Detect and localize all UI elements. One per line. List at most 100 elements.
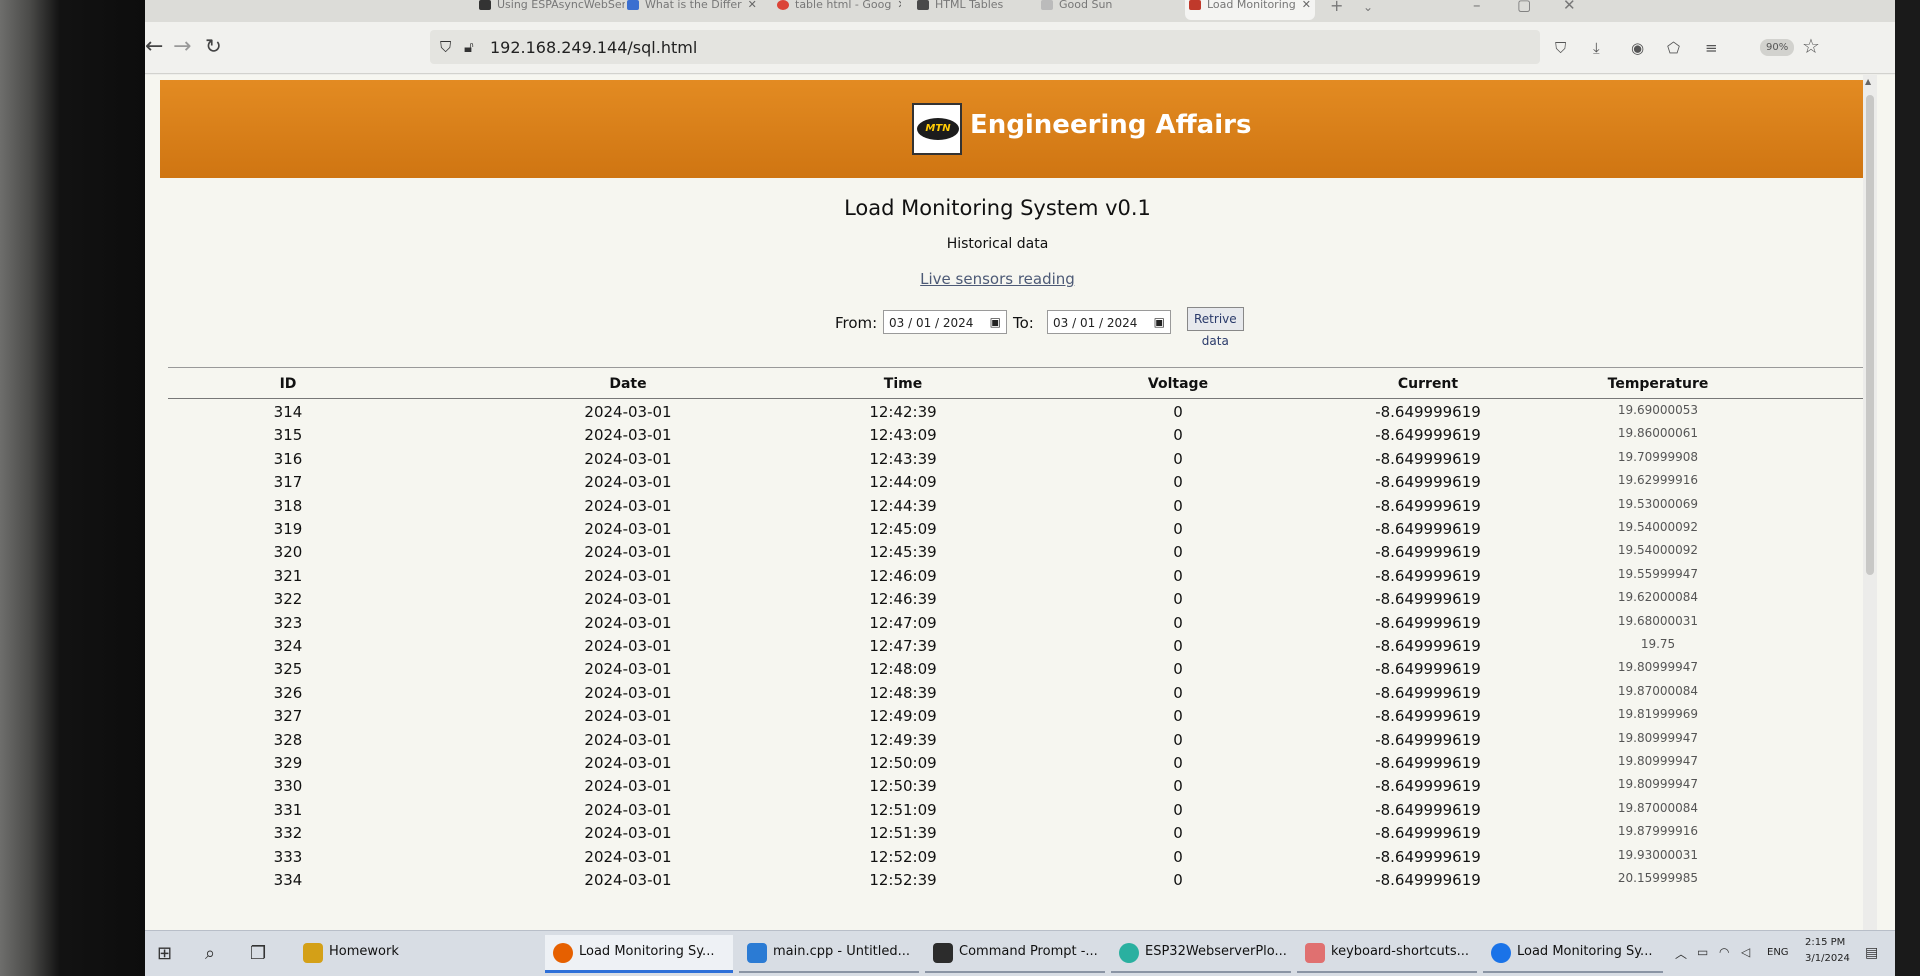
calendar-icon[interactable]: ▣ — [990, 315, 1001, 329]
taskbar-item-vscode[interactable]: main.cpp - Untitled... — [739, 935, 919, 973]
search-icon[interactable]: ⌕ — [205, 943, 215, 964]
tray-time[interactable]: 2:15 PM — [1805, 937, 1845, 948]
pocket-icon[interactable]: ⛉ — [1555, 39, 1566, 57]
account-icon[interactable]: ◉ — [1631, 39, 1644, 57]
cell-current: -8.649999619 — [1375, 473, 1481, 492]
taskbar-item-esp32-webserver[interactable]: ESP32WebserverPlo... — [1111, 935, 1291, 973]
scrollbar-thumb[interactable] — [1866, 95, 1874, 575]
taskbar-item-keyboard-shortcuts[interactable]: keyboard-shortcuts... — [1297, 935, 1477, 973]
cell-date: 2024-03-01 — [584, 637, 672, 655]
table-row: 331 2024-03-01 12:51:09 0 -8.649999619 19.870… — [168, 799, 1863, 823]
cell-current: -8.649999619 — [1375, 449, 1481, 468]
cell-voltage: 0 — [1173, 613, 1183, 632]
extensions-icon[interactable]: ⬠ — [1667, 39, 1680, 57]
cell-current: -8.649999619 — [1375, 426, 1481, 445]
taskbar-item-homework[interactable]: Homework — [295, 935, 445, 973]
taskbar-item-firefox[interactable]: Load Monitoring Sy... — [545, 935, 733, 973]
tab-html-tables[interactable]: HTML Tables — [913, 0, 1023, 20]
cell-time: 12:47:39 — [869, 637, 937, 655]
table-row: 329 2024-03-01 12:50:09 0 -8.649999619 19.809… — [168, 752, 1863, 776]
cell-date: 2024-03-01 — [584, 426, 672, 445]
screen: Using ESPAsyncWebServer✕ What is the Dif… — [145, 0, 1895, 976]
cell-current: -8.649999619 — [1375, 543, 1481, 562]
taskbar-item-edge[interactable]: Load Monitoring Sy... — [1483, 935, 1663, 973]
task-view-icon[interactable]: ❐ — [250, 943, 266, 964]
tray-date[interactable]: 3/1/2024 — [1805, 953, 1850, 964]
table-row: 317 2024-03-01 12:44:09 0 -8.649999619 19.629… — [168, 471, 1863, 495]
cell-current: -8.649999619 — [1375, 824, 1481, 843]
reload-icon[interactable]: ↻ — [205, 34, 222, 58]
tab-list-chevron-icon[interactable]: ⌄ — [1363, 0, 1373, 14]
live-sensors-link[interactable]: Live sensors reading — [145, 270, 1850, 288]
mtn-logo: MTN — [912, 103, 962, 155]
menu-icon[interactable]: ≡ — [1705, 39, 1718, 57]
cell-id: 332 — [273, 824, 303, 843]
back-icon[interactable]: ← — [145, 34, 163, 59]
cell-voltage: 0 — [1173, 637, 1183, 655]
cell-id: 327 — [273, 707, 303, 726]
cell-id: 334 — [273, 871, 303, 889]
bookmark-star-icon[interactable]: ☆ — [1802, 34, 1820, 58]
scroll-up-icon[interactable]: ▲ — [1865, 77, 1871, 86]
cell-time: 12:49:39 — [869, 730, 937, 749]
firefox-icon — [553, 943, 573, 963]
to-date-input[interactable]: 03 / 01 / 2024 ▣ — [1047, 310, 1171, 334]
url-bar[interactable]: ⛉ 🔓︎ 192.168.249.144/sql.html 90% ☆ — [430, 30, 1820, 64]
to-date-value[interactable]: 03 / 01 / 2024 — [1053, 316, 1137, 330]
header-voltage: Voltage — [1147, 376, 1209, 392]
page-scrollbar[interactable]: ▲ — [1863, 75, 1877, 930]
windows-start-icon[interactable]: ⊞ — [157, 943, 172, 964]
cell-voltage: 0 — [1173, 543, 1183, 562]
notifications-icon[interactable]: ▤ — [1865, 945, 1878, 961]
shield-icon[interactable]: ⛉ — [440, 38, 451, 56]
wifi-icon[interactable]: ◠ — [1719, 945, 1729, 959]
language-indicator[interactable]: ENG — [1767, 947, 1789, 958]
cell-id: 323 — [273, 613, 303, 632]
cell-date: 2024-03-01 — [584, 871, 672, 889]
url-text[interactable]: 192.168.249.144/sql.html — [490, 38, 697, 57]
forward-icon[interactable]: → — [173, 34, 191, 59]
minimize-icon[interactable]: – — [1473, 0, 1481, 14]
tab-using-espasyncwebserver[interactable]: Using ESPAsyncWebServer✕ — [475, 0, 625, 20]
close-icon[interactable]: ✕ — [897, 0, 901, 11]
cell-time: 12:48:09 — [869, 660, 937, 679]
site-icon — [627, 0, 639, 10]
maximize-icon[interactable]: ▢ — [1517, 0, 1531, 14]
download-icon[interactable]: ⤓ — [1593, 39, 1600, 57]
retrieve-data-button[interactable]: Retrive data — [1187, 307, 1244, 348]
cell-voltage: 0 — [1173, 566, 1183, 585]
calendar-icon[interactable]: ▣ — [1154, 315, 1165, 329]
tray-chevron-icon[interactable]: ︿ — [1675, 945, 1687, 962]
table-row: 320 2024-03-01 12:45:39 0 -8.649999619 19.540… — [168, 541, 1863, 565]
cell-id: 321 — [273, 566, 303, 585]
tab-load-monitoring[interactable]: Load Monitoring ✕ — [1185, 0, 1315, 20]
from-date-input[interactable]: 03 / 01 / 2024 ▣ — [883, 310, 1007, 334]
cell-date: 2024-03-01 — [584, 777, 672, 796]
battery-icon[interactable]: ▭ — [1697, 945, 1708, 959]
lock-icon[interactable]: 🔓︎ — [464, 38, 474, 56]
cell-temperature: 19.53000069 — [1617, 496, 1699, 511]
new-tab-icon[interactable]: + — [1330, 0, 1343, 15]
tab-google-search[interactable]: table html - Goog ✕ — [773, 0, 901, 20]
zoom-badge[interactable]: 90% — [1760, 39, 1795, 56]
taskbar-item-command-prompt[interactable]: Command Prompt -... — [925, 935, 1105, 973]
cell-temperature: 19.87000084 — [1617, 683, 1699, 698]
close-icon[interactable]: ✕ — [1302, 0, 1311, 11]
cell-time: 12:46:39 — [869, 590, 937, 609]
table-row: 323 2024-03-01 12:47:09 0 -8.649999619 19.680… — [168, 612, 1863, 636]
taskbar-item-label: Load Monitoring Sy... — [1517, 944, 1653, 959]
close-window-icon[interactable]: ✕ — [1563, 0, 1576, 14]
cell-date: 2024-03-01 — [584, 566, 672, 585]
cell-id: 325 — [273, 660, 303, 679]
cell-current: -8.649999619 — [1375, 590, 1481, 609]
edge-icon — [1491, 943, 1511, 963]
tab-label: Using ESPAsyncWebServer — [497, 0, 625, 11]
live-sensors-link-label[interactable]: Live sensors reading — [920, 270, 1075, 288]
tab-good-sun[interactable]: Good Sun — [1037, 0, 1187, 20]
cell-voltage: 0 — [1173, 426, 1183, 445]
cell-time: 12:51:39 — [869, 824, 937, 843]
close-icon[interactable]: ✕ — [748, 0, 757, 11]
tab-what-is-the-differ[interactable]: What is the Differ ✕ — [623, 0, 771, 20]
volume-icon[interactable]: ◁ — [1741, 945, 1750, 959]
from-date-value[interactable]: 03 / 01 / 2024 — [889, 316, 973, 330]
